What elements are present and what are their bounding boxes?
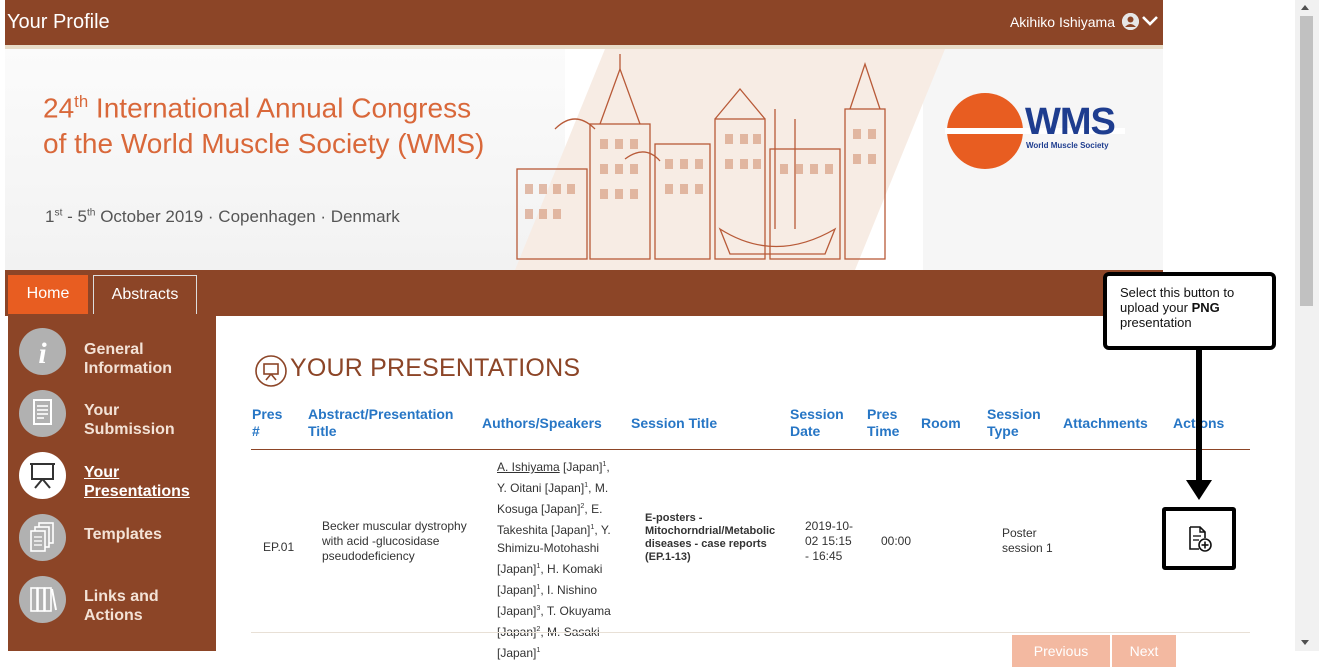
scrollbar-thumb[interactable]: [1300, 16, 1313, 306]
page: Your Profile Akihiko Ishiyama 24th Inter…: [5, 0, 1250, 667]
tab-home[interactable]: Home: [8, 275, 88, 314]
cell-title: Becker muscular dystrophy with acid -gluc…: [322, 519, 467, 563]
add-file-icon: [1187, 525, 1213, 558]
previous-page-button[interactable]: Previous: [1012, 635, 1110, 667]
col-header-title[interactable]: Abstract/Presentation Title: [308, 406, 453, 440]
sidebar-item-general-information[interactable]: i General Information: [8, 326, 216, 386]
user-avatar-icon[interactable]: [1122, 13, 1139, 30]
table-header: Pres # Abstract/Presentation Title Authors…: [216, 406, 1256, 450]
callout-arrowhead: [1186, 480, 1212, 500]
presenting-author-link[interactable]: A. Ishiyama: [497, 460, 560, 474]
callout-arrow: [1196, 348, 1202, 482]
col-header-session-date[interactable]: Session Date: [790, 406, 844, 440]
col-header-attachments[interactable]: Attachments: [1063, 415, 1148, 432]
presentation-board-icon: [19, 452, 66, 499]
col-header-pres-no[interactable]: Pres #: [252, 406, 282, 440]
sidebar: i General Information Your Submission Your…: [8, 316, 216, 651]
main-nav: Home Abstracts: [5, 270, 1163, 316]
cell-session-type: Poster session 1: [1002, 526, 1053, 555]
next-page-button[interactable]: Next: [1112, 635, 1176, 667]
banner-title-line1: 24th International Annual Congress: [43, 92, 472, 124]
congress-banner: 24th International Annual Congress of th…: [5, 49, 1163, 270]
scroll-down-arrow-icon[interactable]: [1301, 640, 1309, 645]
svg-text:i: i: [38, 337, 47, 370]
cell-authors: A. Ishiyama [Japan]1, Y. Oitani [Japan]1…: [497, 459, 611, 660]
section-heading: YOUR PRESENTATIONS: [254, 354, 580, 395]
info-icon: i: [19, 328, 66, 375]
scroll-up-arrow-icon[interactable]: [1301, 5, 1309, 10]
wms-logo-text: WMS: [1025, 101, 1116, 143]
col-header-authors[interactable]: Authors/Speakers: [482, 415, 602, 432]
scrollbar[interactable]: [1295, 0, 1319, 651]
sidebar-item-label: Your Submission: [84, 402, 175, 438]
tab-abstracts[interactable]: Abstracts: [93, 275, 197, 314]
templates-stack-icon: [19, 514, 66, 561]
header-divider: [251, 449, 1250, 450]
chevron-down-icon[interactable]: [1141, 12, 1159, 35]
copenhagen-illustration: [515, 49, 945, 270]
cell-session-date: 2019-10- 02 15:15- 16:45: [805, 519, 854, 563]
col-header-session-type[interactable]: Session Type: [987, 406, 1041, 440]
section-heading-text: YOUR PRESENTATIONS: [290, 354, 581, 382]
top-bar: Your Profile Akihiko Ishiyama: [5, 0, 1163, 45]
main-content: YOUR PRESENTATIONS Pres # Abstract/Presen…: [216, 316, 1250, 667]
sidebar-item-your-submission[interactable]: Your Submission: [8, 388, 216, 448]
cell-session-title: E-posters - Mitochorndrial/Metabolic disea…: [645, 512, 776, 563]
cell-pres-no: EP.01: [263, 540, 295, 554]
banner-date: 1st - 5th October 2019 · Copenhagen · De…: [45, 207, 400, 226]
row-divider: [251, 632, 1250, 633]
wms-logo-subtitle: World Muscle Society: [1026, 141, 1109, 150]
sidebar-item-label: Templates: [84, 526, 162, 543]
col-header-session-title[interactable]: Session Title: [631, 415, 717, 432]
cell-pres-time: 00:00: [881, 534, 912, 548]
sidebar-item-label: General Information: [84, 341, 172, 377]
sidebar-item-label: Your Presentations: [84, 464, 190, 500]
user-name[interactable]: Akihiko Ishiyama: [1010, 14, 1115, 30]
books-icon: [19, 576, 66, 623]
instruction-callout: Select this button to upload your PNG pr…: [1103, 272, 1276, 350]
sidebar-item-your-presentations[interactable]: Your Presentations: [8, 450, 216, 510]
col-header-room[interactable]: Room: [921, 415, 961, 432]
presentation-board-icon: [254, 354, 288, 395]
upload-presentation-button[interactable]: [1162, 507, 1236, 570]
page-title: Your Profile: [7, 11, 110, 33]
banner-title-line2: of the World Muscle Society (WMS): [43, 128, 485, 159]
col-header-pres-time[interactable]: Pres Time: [867, 406, 899, 440]
sidebar-item-label: Links and Actions: [84, 588, 159, 624]
sidebar-item-links-and-actions[interactable]: Links and Actions: [8, 574, 216, 634]
document-icon: [19, 390, 66, 437]
sidebar-item-templates[interactable]: Templates: [8, 512, 216, 572]
